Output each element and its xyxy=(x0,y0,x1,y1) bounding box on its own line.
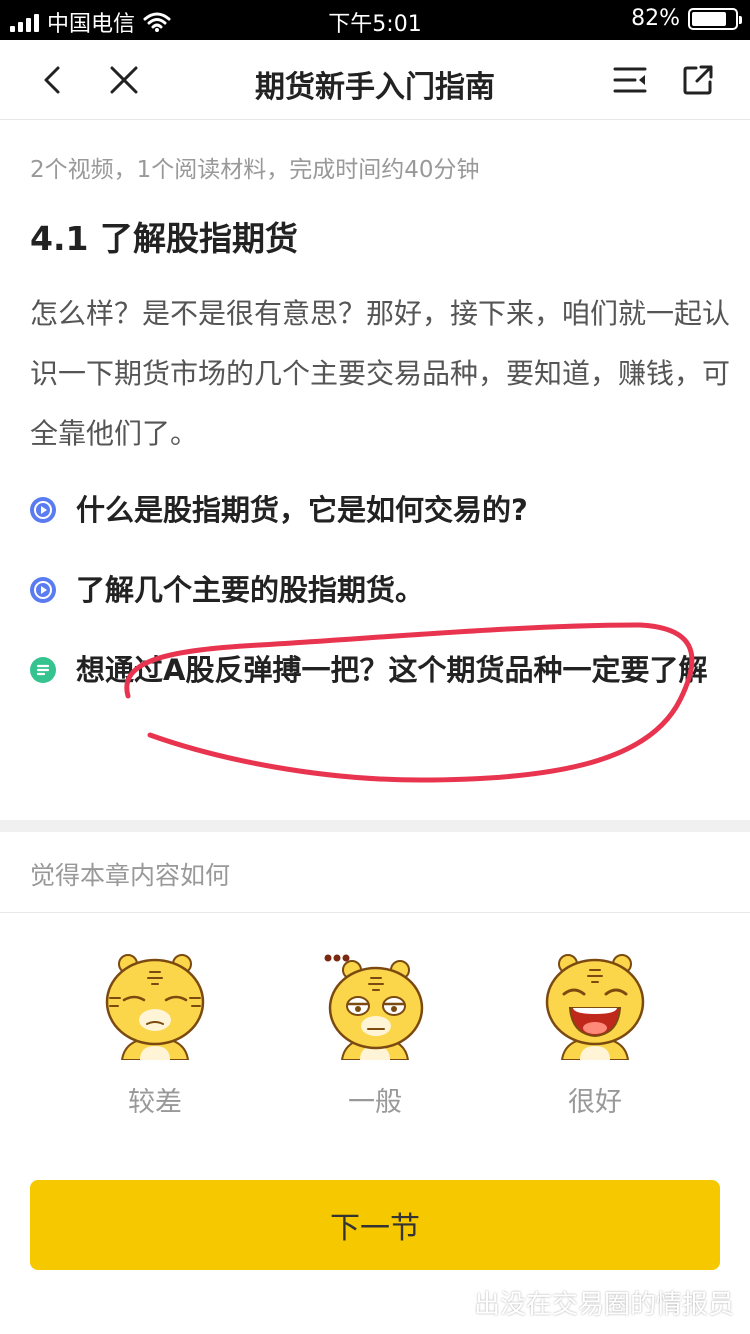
status-bar: 中国电信 下午5:01 82% xyxy=(0,0,750,40)
snowball-logo-icon xyxy=(434,1288,464,1317)
tiger-sad-face-icon[interactable] xyxy=(100,950,210,1060)
document-icon xyxy=(30,657,56,683)
rating-label-poor: 较差 xyxy=(128,1087,182,1118)
rating-prompt: 觉得本章内容如何 xyxy=(30,861,231,890)
rating-separator xyxy=(0,912,750,913)
section-title: 4.1 了解股指期货 xyxy=(30,219,298,258)
course-meta: 2个视频，1个阅读材料，完成时间约40分钟 xyxy=(30,157,480,183)
menu-button[interactable] xyxy=(610,60,650,100)
intro-paragraph: 怎么样？是不是很有意思？那好，接下来，咱们就一起认识一下期货市场的几个主要交易品… xyxy=(30,297,731,450)
lesson-item-2[interactable]: 了解几个主要的股指期货。 xyxy=(30,560,720,620)
tiger-happy-face-icon[interactable] xyxy=(540,950,650,1060)
battery-percent: 82% xyxy=(631,6,680,31)
play-icon xyxy=(30,497,56,523)
lesson-item-1[interactable]: 什么是股指期货，它是如何交易的? xyxy=(30,480,720,540)
rating-label-average: 一般 xyxy=(348,1087,402,1118)
status-right: 82% xyxy=(631,6,742,31)
lesson-title: 了解几个主要的股指期货。 xyxy=(76,573,425,607)
next-section-button[interactable]: 下一节 xyxy=(30,1180,720,1270)
lesson-item-3[interactable]: 想通过A股反弹搏一把？这个期货品种一定要了解 xyxy=(30,640,720,700)
lesson-title: 什么是股指期货，它是如何交易的? xyxy=(76,493,528,527)
watermark: 出没在交易圈的情报员 xyxy=(432,1284,734,1321)
share-button[interactable] xyxy=(678,60,718,100)
section-divider xyxy=(0,820,750,832)
navigation-bar: 期货新手入门指南 xyxy=(0,40,750,120)
menu-list-icon xyxy=(613,67,647,93)
rating-label-good: 很好 xyxy=(568,1087,622,1118)
play-icon xyxy=(30,577,56,603)
watermark-text: 出没在交易圈的情报员 xyxy=(473,1290,734,1320)
share-icon xyxy=(683,65,713,95)
tiger-meh-face-icon[interactable] xyxy=(320,950,430,1060)
lesson-title: 想通过A股反弹搏一把？这个期货品种一定要了解 xyxy=(76,653,708,687)
battery-icon xyxy=(688,7,742,30)
